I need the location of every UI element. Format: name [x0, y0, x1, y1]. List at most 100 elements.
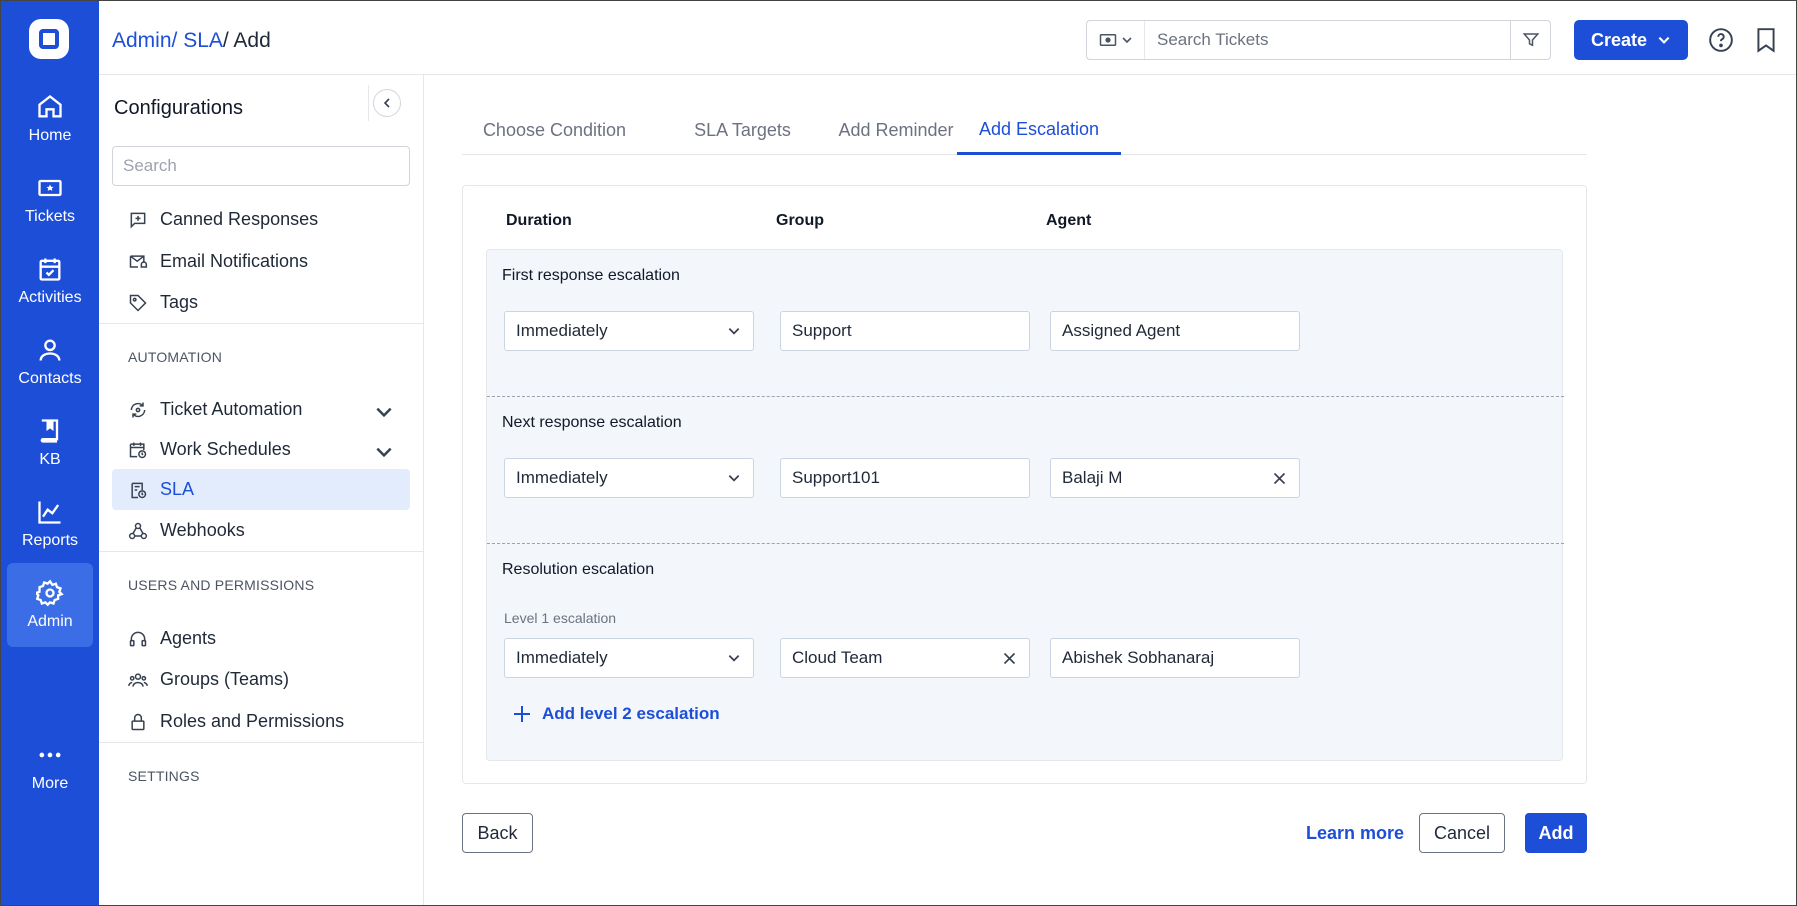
breadcrumb-sep: / [171, 29, 184, 52]
calendar-check-icon [39, 258, 61, 281]
top-bar: Admin/ SLA/ Add Search Tickets Create [99, 1, 1796, 75]
chevron-down-icon [728, 475, 740, 482]
bookmark-button[interactable] [1751, 25, 1781, 55]
app-logo[interactable] [29, 19, 69, 59]
rail-kb[interactable]: KB [7, 401, 93, 485]
sla-clipboard-icon [131, 482, 147, 498]
chevron-down-icon [376, 407, 392, 418]
automation-icon [130, 402, 146, 417]
calendar-clock-icon [129, 442, 147, 458]
first-duration-select[interactable]: Immediately [504, 311, 754, 351]
first-response-title: First response escalation [502, 267, 680, 284]
breadcrumb-sla[interactable]: SLA [183, 29, 223, 52]
gear-icon [36, 579, 64, 607]
person-icon [39, 339, 61, 361]
tab-add-reminder[interactable]: Add Reminder [811, 106, 981, 155]
divider [487, 543, 1564, 544]
chart-line-icon [38, 501, 61, 524]
create-button[interactable]: Create [1574, 20, 1688, 60]
webhook-icon [128, 522, 148, 539]
chevron-left-icon [383, 98, 390, 108]
sidebar-item-sla[interactable]: SLA [112, 469, 410, 510]
search-type-dropdown[interactable] [1087, 21, 1145, 59]
cancel-button[interactable]: Cancel [1419, 813, 1505, 853]
help-button[interactable] [1706, 25, 1736, 55]
sidebar-item-work-schedules[interactable]: Work Schedules [112, 429, 410, 470]
chevron-down-icon [728, 655, 740, 662]
ticket-icon [38, 179, 62, 197]
add-level-2-escalation-button[interactable]: Add level 2 escalation [512, 704, 720, 724]
next-duration-select[interactable]: Immediately [504, 458, 754, 498]
sidebar-item-webhooks[interactable]: Webhooks [112, 510, 410, 551]
tab-add-escalation[interactable]: Add Escalation [957, 106, 1121, 155]
sidebar-item-tags[interactable]: Tags [112, 282, 410, 323]
next-group-field[interactable]: Support101 [780, 458, 1030, 498]
ticket-icon [1099, 34, 1116, 46]
breadcrumb-current: Add [233, 29, 271, 52]
first-agent-field[interactable]: Assigned Agent [1050, 311, 1300, 351]
rail-activities[interactable]: Activities [7, 239, 93, 323]
resolution-group-field[interactable]: Cloud Team [780, 638, 1030, 678]
app-window: Home Tickets Activities Contacts KB Repo… [0, 0, 1797, 906]
next-agent-field[interactable]: Balaji M [1050, 458, 1300, 498]
search-input[interactable]: Search Tickets [1145, 30, 1510, 50]
chat-plus-icon [130, 212, 146, 228]
plus-icon [514, 706, 530, 722]
close-icon[interactable] [1272, 471, 1287, 486]
bookmark-icon [1757, 28, 1775, 53]
rail-more[interactable]: More [7, 725, 93, 809]
escalation-panel: Duration Group Agent First response esca… [462, 185, 1587, 784]
filter-icon [1522, 33, 1539, 47]
book-icon [40, 419, 59, 443]
tab-sla-targets[interactable]: SLA Targets [665, 106, 820, 155]
section-automation: AUTOMATION [128, 349, 223, 365]
column-agent: Agent [1046, 212, 1092, 229]
divider [99, 551, 424, 552]
ticket-search: Search Tickets [1086, 20, 1551, 60]
lock-icon [131, 713, 145, 730]
sidebar-item-roles-permissions[interactable]: Roles and Permissions [112, 701, 410, 742]
close-icon[interactable] [1002, 651, 1017, 666]
rail-reports[interactable]: Reports [7, 482, 93, 566]
add-button[interactable]: Add [1525, 813, 1587, 853]
learn-more-link[interactable]: Learn more [1302, 813, 1408, 853]
sidebar-item-email-notifications[interactable]: Email Notifications [112, 241, 410, 282]
rail-tickets[interactable]: Tickets [7, 158, 93, 242]
divider [99, 742, 424, 743]
chevron-down-icon [728, 328, 740, 335]
resolution-duration-select[interactable]: Immediately [504, 638, 754, 678]
sidebar-item-canned-responses[interactable]: Canned Responses [112, 199, 410, 240]
section-settings: SETTINGS [128, 768, 200, 784]
sidebar-item-agents[interactable]: Agents [112, 618, 410, 659]
rail-admin[interactable]: Admin [7, 563, 93, 647]
rail-home[interactable]: Home [7, 77, 93, 161]
filter-button[interactable] [1510, 21, 1550, 59]
collapse-sidebar-button[interactable] [368, 85, 404, 121]
sidebar-item-ticket-automation[interactable]: Ticket Automation [112, 389, 410, 430]
divider [99, 323, 424, 324]
column-group: Group [776, 212, 824, 229]
sidebar-item-groups[interactable]: Groups (Teams) [112, 659, 410, 700]
section-users-permissions: USERS AND PERMISSIONS [128, 577, 315, 593]
config-search-input[interactable]: Search [112, 146, 410, 186]
home-icon [38, 95, 62, 118]
config-title: Configurations [114, 97, 243, 119]
rail-contacts[interactable]: Contacts [7, 320, 93, 404]
chevron-down-icon [376, 447, 392, 458]
first-group-field[interactable]: Support [780, 311, 1030, 351]
config-sidebar: Configurations Search Canned Responses E… [99, 75, 424, 905]
tag-icon [129, 294, 147, 312]
breadcrumb-sep: / [222, 29, 234, 52]
more-dots-icon [39, 752, 61, 758]
next-response-title: Next response escalation [502, 414, 682, 431]
breadcrumb: Admin/ SLA/ Add [112, 29, 271, 53]
mail-bell-icon [129, 254, 148, 268]
level-1-label: Level 1 escalation [504, 610, 617, 626]
back-button[interactable]: Back [462, 813, 533, 853]
chevron-down-icon [1658, 36, 1670, 44]
headset-icon [129, 631, 147, 646]
resolution-agent-field[interactable]: Abishek Sobhanaraj [1050, 638, 1300, 678]
tab-choose-condition[interactable]: Choose Condition [462, 106, 647, 155]
primary-nav-rail: Home Tickets Activities Contacts KB Repo… [1, 1, 99, 905]
breadcrumb-admin[interactable]: Admin [112, 29, 172, 52]
